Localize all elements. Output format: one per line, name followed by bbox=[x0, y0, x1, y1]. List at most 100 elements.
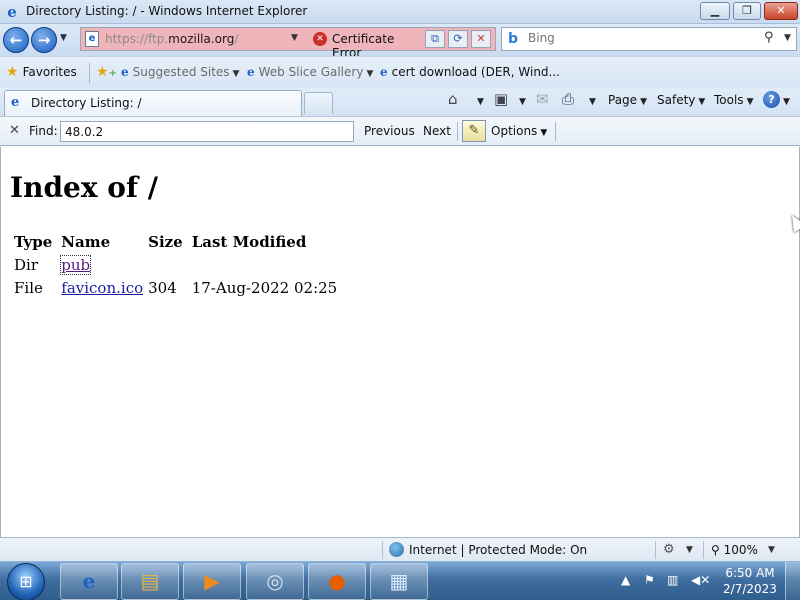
show-hidden-icons-icon[interactable]: ▲ bbox=[621, 573, 630, 587]
volume-muted-icon[interactable]: ◀✕ bbox=[691, 573, 710, 587]
print-icon[interactable]: ⎙ bbox=[562, 90, 574, 108]
find-options-button[interactable]: Options ▼ bbox=[491, 124, 547, 138]
favorite-label: cert download (DER, Wind... bbox=[391, 65, 560, 79]
column-header-size: Size bbox=[148, 233, 183, 251]
taskbar-remote-desktop[interactable]: ▦ bbox=[370, 563, 428, 600]
taskbar-clock[interactable]: 6:50 AM 2/7/2023 bbox=[722, 565, 778, 597]
tools-menu-label: Tools bbox=[714, 93, 744, 107]
divider bbox=[89, 63, 90, 83]
safety-menu-label: Safety bbox=[657, 93, 696, 107]
recent-pages-dropdown-icon[interactable]: ▼ bbox=[60, 33, 67, 43]
chevron-down-icon: ▼ bbox=[540, 128, 548, 138]
clock-time: 6:50 AM bbox=[725, 566, 775, 580]
certificate-error-icon: ✕ bbox=[313, 32, 327, 46]
cell-size: 304 bbox=[148, 278, 177, 297]
search-icon[interactable]: ⚲ bbox=[764, 30, 774, 45]
highlight-matches-icon[interactable]: ✎ bbox=[462, 120, 486, 142]
favorite-cert-download[interactable]: e cert download (DER, Wind... bbox=[380, 65, 560, 79]
chevron-down-icon: ▼ bbox=[746, 97, 754, 107]
manage-addons-icon[interactable]: ⚙ bbox=[663, 542, 675, 557]
certificate-error-button[interactable]: ✕ Certificate Error bbox=[309, 28, 419, 60]
taskbar-dvd-maker[interactable]: ◎ bbox=[246, 563, 304, 600]
feeds-icon[interactable]: ▣ bbox=[494, 90, 508, 108]
window-titlebar: e Directory Listing: / - Windows Interne… bbox=[0, 0, 800, 24]
tools-menu[interactable]: Tools ▼ bbox=[714, 93, 753, 107]
cell-type: Dir bbox=[14, 255, 38, 274]
minimize-button[interactable]: ▁ bbox=[700, 2, 730, 20]
favorite-label: Web Slice Gallery bbox=[258, 65, 364, 79]
back-button[interactable]: ← bbox=[3, 27, 29, 53]
chevron-down-icon: ▼ bbox=[640, 97, 647, 107]
search-box[interactable]: b ⚲ ▼ bbox=[501, 27, 797, 51]
print-dropdown-icon[interactable]: ▼ bbox=[586, 93, 596, 107]
home-icon[interactable]: ⌂ bbox=[448, 90, 458, 108]
start-button[interactable]: ⊞ bbox=[7, 563, 45, 600]
refresh-icon[interactable]: ⟳ bbox=[448, 30, 468, 48]
home-dropdown-icon[interactable]: ▼ bbox=[474, 93, 484, 107]
favorites-label: Favorites bbox=[22, 65, 77, 79]
help-dropdown-icon[interactable]: ▼ bbox=[780, 93, 790, 107]
favorite-web-slice-gallery[interactable]: e Web Slice Gallery ▼ bbox=[247, 65, 373, 79]
chevron-down-icon: ▼ bbox=[698, 97, 706, 107]
taskbar-firefox[interactable]: ● bbox=[308, 563, 366, 600]
chevron-down-icon: ▼ bbox=[366, 69, 374, 79]
taskbar-windows-explorer[interactable]: ▤ bbox=[121, 563, 179, 600]
add-to-favorites-bar-icon[interactable]: ★+ bbox=[96, 64, 117, 80]
directory-table: Type Name Size Last Modified Dir pub Fil… bbox=[11, 229, 342, 301]
navigation-bar: ← → ▼ e https://ftp.mozilla.org/ ▼ ✕ Cer… bbox=[0, 24, 800, 60]
stop-icon[interactable]: ✕ bbox=[471, 30, 491, 48]
search-input[interactable] bbox=[528, 31, 728, 45]
address-url-host: mozilla.org bbox=[168, 32, 235, 46]
column-header-name: Name bbox=[61, 233, 111, 251]
feeds-dropdown-icon[interactable]: ▼ bbox=[516, 93, 526, 107]
ie-page-icon: e bbox=[121, 65, 129, 79]
find-previous-button[interactable]: Previous bbox=[364, 124, 415, 138]
cell-last-modified bbox=[192, 255, 340, 274]
zoom-level[interactable]: ⚲ 100% bbox=[711, 543, 758, 557]
zoom-value: 100% bbox=[723, 543, 758, 557]
network-icon[interactable]: ▥ bbox=[667, 573, 678, 587]
tab-directory-listing[interactable]: e Directory Listing: / bbox=[4, 90, 302, 116]
address-bar[interactable]: e https://ftp.mozilla.org/ ▼ ✕ Certifica… bbox=[80, 27, 496, 60]
cell-last-modified: 17-Aug-2022 02:25 bbox=[191, 278, 338, 297]
search-options-dropdown-icon[interactable]: ▼ bbox=[784, 33, 791, 43]
divider bbox=[555, 122, 556, 141]
security-zone-text[interactable]: Internet | Protected Mode: On bbox=[409, 543, 587, 557]
ie-page-icon: e bbox=[11, 95, 20, 110]
link-pub[interactable]: pub bbox=[60, 254, 92, 275]
address-url[interactable]: https://ftp.mozilla.org/ bbox=[105, 32, 238, 46]
new-tab-button[interactable] bbox=[304, 92, 333, 114]
page-content: Index of / Type Name Size Last Modified … bbox=[0, 147, 800, 537]
addons-dropdown-icon[interactable]: ▼ bbox=[686, 545, 693, 555]
close-button[interactable]: ✕ bbox=[764, 2, 798, 20]
forward-button[interactable]: → bbox=[31, 27, 57, 53]
taskbar-internet-explorer[interactable]: e bbox=[60, 563, 118, 600]
favorite-suggested-sites[interactable]: e Suggested Sites ▼ bbox=[121, 65, 239, 79]
compatibility-view-icon[interactable]: ⧉ bbox=[425, 30, 445, 48]
find-next-button[interactable]: Next bbox=[423, 124, 451, 138]
cell-name: favicon.ico bbox=[61, 278, 145, 297]
help-icon[interactable]: ? bbox=[763, 91, 780, 108]
taskbar-media-center[interactable]: ▶ bbox=[183, 563, 241, 600]
action-center-flag-icon[interactable]: ⚑ bbox=[644, 573, 655, 587]
page-icon: e bbox=[85, 31, 99, 47]
tab-bar: e Directory Listing: / ⌂ ▼ ▣ ▼ ✉ ⎙ ▼ Pag… bbox=[0, 88, 800, 116]
address-dropdown-icon[interactable]: ▼ bbox=[291, 33, 298, 43]
zoom-dropdown-icon[interactable]: ▼ bbox=[768, 545, 775, 555]
chevron-down-icon: ▼ bbox=[232, 69, 240, 79]
table-row: File favicon.ico 304 17-Aug-2022 02:25 bbox=[14, 278, 339, 297]
favorites-button[interactable]: ★ Favorites bbox=[6, 64, 77, 80]
favorites-bar: ★ Favorites ★+ e Suggested Sites ▼ e Web Sli… bbox=[0, 56, 800, 88]
page-menu-label: Page bbox=[608, 93, 638, 107]
maximize-button[interactable]: ❐ bbox=[733, 2, 761, 20]
page-menu[interactable]: Page ▼ bbox=[608, 93, 647, 107]
show-desktop-button[interactable] bbox=[785, 562, 800, 600]
link-favicon[interactable]: favicon.ico bbox=[61, 279, 143, 297]
clock-date: 2/7/2023 bbox=[723, 582, 777, 596]
close-find-icon[interactable]: ✕ bbox=[9, 123, 20, 138]
table-header-row: Type Name Size Last Modified bbox=[14, 233, 339, 251]
read-mail-icon[interactable]: ✉ bbox=[536, 90, 549, 108]
internet-zone-icon bbox=[389, 542, 404, 557]
find-input[interactable] bbox=[60, 121, 354, 142]
safety-menu[interactable]: Safety ▼ bbox=[657, 93, 705, 107]
